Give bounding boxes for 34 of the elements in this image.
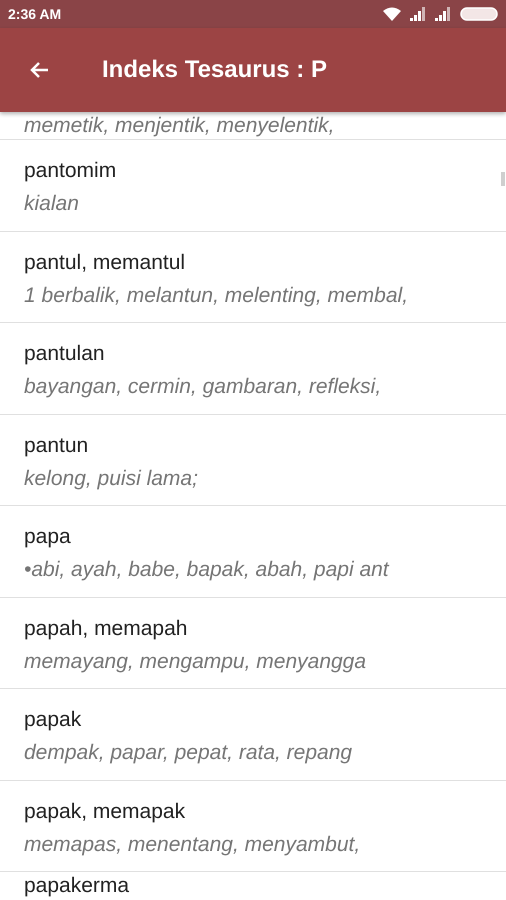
list-item[interactable]: pantul, memantul 1 berbalik, melantun, melenting, membal, bbox=[0, 232, 506, 323]
signal-icon bbox=[435, 7, 452, 21]
headword-text: pantun bbox=[24, 432, 88, 458]
signal-icon bbox=[410, 7, 427, 21]
list-item[interactable]: papakerma bbox=[0, 872, 506, 900]
battery-icon bbox=[460, 7, 498, 21]
headword-text: papakerma bbox=[24, 874, 130, 897]
wifi-icon bbox=[382, 6, 402, 22]
synonyms-text: memayang, mengampu, menyangga bbox=[24, 648, 366, 674]
headword-text: pantulan bbox=[24, 341, 105, 367]
headword-text: papak, memapak bbox=[24, 798, 186, 824]
list-item[interactable]: pantomim kialan bbox=[0, 140, 506, 232]
headword-text: papak bbox=[24, 707, 82, 733]
synonyms-text: kelong, puisi lama; bbox=[24, 466, 198, 492]
list-item[interactable]: papak, memapak memapas, menentang, menyambut, bbox=[0, 780, 506, 872]
headword-text: papa bbox=[24, 524, 71, 550]
synonyms-text: •abi, ayah, babe, bapak, abah, papi ant bbox=[24, 557, 389, 583]
synonyms-text: kialan bbox=[24, 191, 79, 217]
headword-text: pantul, memantul bbox=[24, 250, 186, 276]
synonyms-text: memetik, menjentik, menyelentik, bbox=[24, 114, 334, 138]
list-item[interactable]: papak dempak, papar, pepat, rata, repang bbox=[0, 689, 506, 780]
scrollbar-thumb bbox=[501, 172, 505, 186]
synonyms-text: 1 berbalik, melantun, melenting, membal, bbox=[24, 282, 408, 308]
list-item[interactable]: papah, memapah memayang, mengampu, menyangga bbox=[0, 598, 506, 689]
app-bar-title: Indeks Tesaurus : P bbox=[102, 55, 327, 85]
status-time: 2:36 AM bbox=[8, 4, 62, 24]
synonyms-text: bayangan, cermin, gambaran, refleksi, bbox=[24, 374, 382, 400]
headword-text: papah, memapah bbox=[24, 616, 188, 642]
headword-text: pantomim bbox=[24, 158, 116, 184]
synonyms-text: dempak, papar, pepat, rata, repang bbox=[24, 740, 352, 766]
synonyms-text: memapas, menentang, menyambut, bbox=[24, 832, 360, 858]
list-item[interactable]: papa •abi, ayah, babe, bapak, abah, papi ant bbox=[0, 506, 506, 598]
list-item[interactable]: pantulan bayangan, cermin, gambaran, refleksi, bbox=[0, 323, 506, 414]
list-item[interactable]: pantun kelong, puisi lama; bbox=[0, 414, 506, 506]
